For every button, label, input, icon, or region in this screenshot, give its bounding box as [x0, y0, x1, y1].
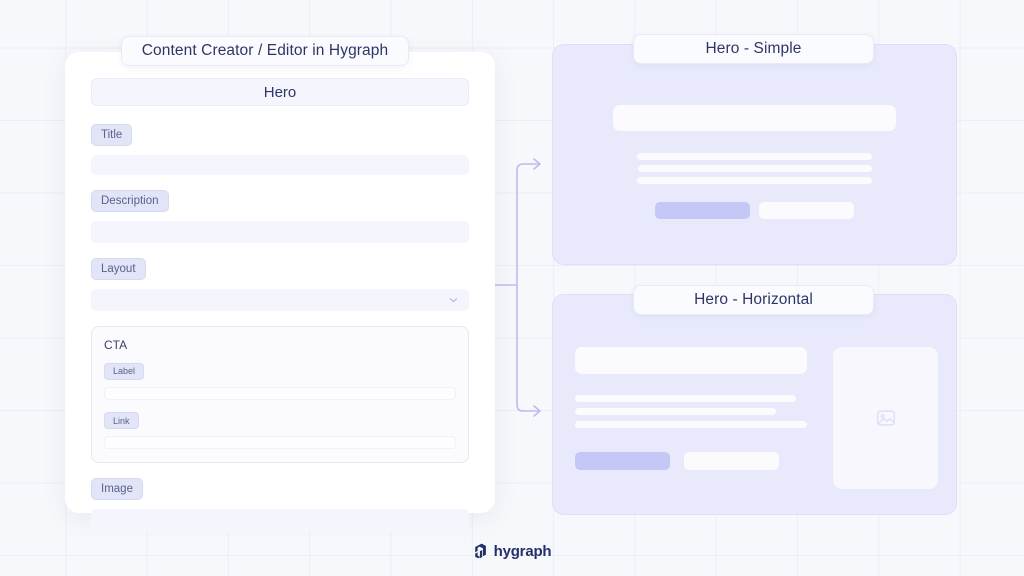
brand-wordmark: hygraph	[493, 543, 552, 560]
field-title: Title	[91, 124, 469, 175]
image-input[interactable]	[91, 509, 469, 531]
preview-text-line	[637, 153, 872, 160]
preview-hero-simple	[552, 44, 957, 265]
preview-hero-horizontal	[552, 294, 957, 515]
preview-horizontal-body	[553, 295, 956, 514]
preview-text-line	[575, 408, 776, 415]
entry-section-header: Hero	[91, 78, 469, 106]
field-image: Image	[91, 478, 469, 531]
preview-horizontal-title-chip: Hero - Horizontal	[633, 285, 874, 315]
hygraph-logo-icon	[474, 543, 486, 559]
title-input[interactable]	[91, 155, 469, 175]
preview-primary-button	[655, 202, 750, 219]
cta-link-input[interactable]	[104, 436, 456, 449]
preview-text-lines	[637, 153, 872, 184]
preview-text-line	[637, 165, 872, 172]
preview-simple-title-chip: Hero - Simple	[633, 34, 874, 64]
field-label-description: Description	[91, 190, 169, 212]
preview-text-line	[575, 395, 796, 402]
field-label-layout: Layout	[91, 258, 146, 280]
description-input[interactable]	[91, 221, 469, 243]
preview-image-placeholder	[833, 347, 938, 489]
preview-primary-button	[575, 452, 670, 470]
field-label-title: Title	[91, 124, 133, 146]
field-description: Description	[91, 190, 469, 243]
content-editor-card: Hero Title Description Layout CTA Label	[65, 52, 495, 531]
cta-label-input[interactable]	[104, 386, 456, 400]
chevron-down-icon	[449, 298, 458, 303]
layout-select[interactable]	[91, 289, 469, 311]
preview-secondary-button	[684, 452, 779, 470]
cta-group: CTA Label Link	[91, 326, 469, 463]
preview-text-lines	[575, 395, 807, 428]
preview-heading-placeholder	[613, 105, 896, 131]
field-label-cta-link: Link	[104, 412, 139, 429]
field-label-image: Image	[91, 478, 143, 500]
preview-secondary-button	[759, 202, 854, 219]
cta-group-title: CTA	[104, 338, 128, 352]
preview-buttons	[575, 452, 807, 470]
preview-heading-placeholder	[575, 347, 807, 374]
image-icon	[876, 410, 895, 426]
preview-horizontal-right	[833, 347, 938, 514]
preview-buttons	[655, 202, 854, 219]
preview-text-line	[575, 421, 807, 428]
field-layout: Layout	[91, 258, 469, 311]
field-label-cta-label: Label	[104, 362, 145, 380]
preview-horizontal-left	[575, 347, 807, 514]
editor-title-chip: Content Creator / Editor in Hygraph	[121, 36, 409, 66]
editor-fields-container: Hero Title Description Layout CTA Label	[91, 78, 469, 546]
footer-brand: hygraph	[0, 543, 1024, 560]
preview-text-line	[637, 177, 872, 184]
preview-simple-body	[553, 105, 956, 219]
